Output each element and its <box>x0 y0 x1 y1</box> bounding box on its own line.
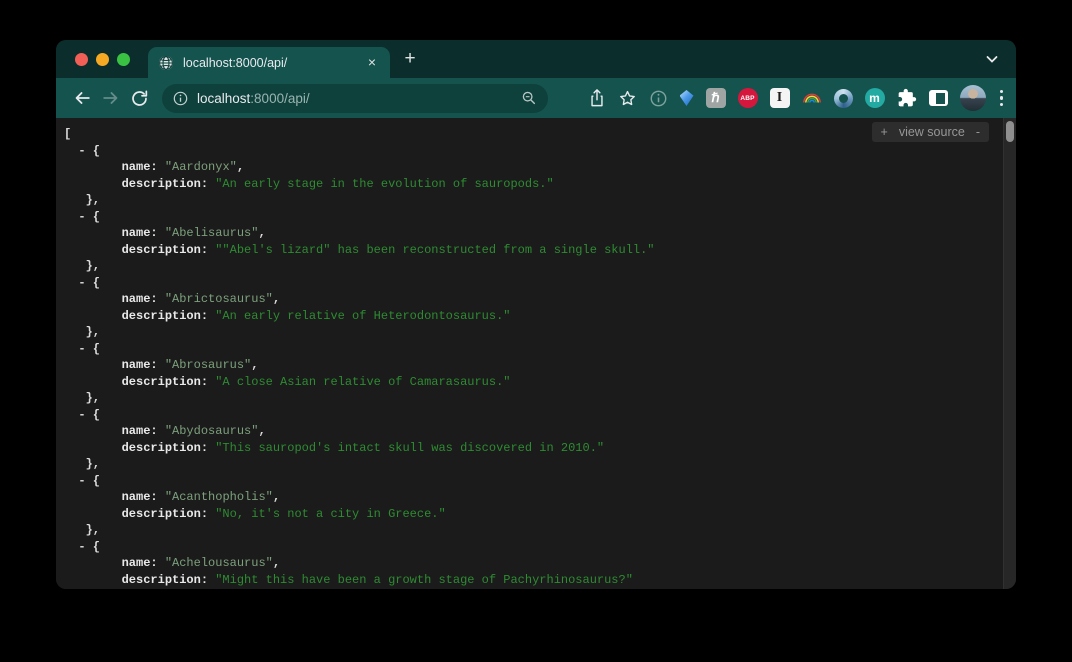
close-window-button[interactable] <box>75 53 88 66</box>
object-open-line: - { <box>64 143 1016 160</box>
ring-extension-icon[interactable] <box>834 89 853 108</box>
forward-button[interactable] <box>96 84 125 113</box>
scrollbar-track[interactable] <box>1003 118 1016 589</box>
tab-strip: localhost:8000/api/ × + <box>56 40 1016 78</box>
description-line: description: "Might this have been a gro… <box>64 572 1016 589</box>
gem-extension-icon[interactable] <box>680 90 694 106</box>
instapaper-extension-icon[interactable]: I <box>770 88 790 108</box>
collapse-toggle[interactable]: - <box>78 276 85 290</box>
browser-window: localhost:8000/api/ × + localhost:8000/a… <box>56 40 1016 589</box>
address-bar[interactable]: localhost:8000/api/ <box>162 84 548 113</box>
name-line: name: "Abelisaurus", <box>64 225 1016 242</box>
page-info-icon[interactable] <box>173 91 188 106</box>
side-panel-icon[interactable] <box>929 90 948 106</box>
tab-close-icon[interactable]: × <box>364 55 380 71</box>
description-line: description: "An early relative of Heter… <box>64 308 1016 325</box>
name-line: name: "Aardonyx", <box>64 159 1016 176</box>
object-open-line: - { <box>64 275 1016 292</box>
browser-menu-icon[interactable] <box>998 88 1006 109</box>
object-close-line: }, <box>64 192 1016 209</box>
extensions-puzzle-icon[interactable] <box>897 88 917 108</box>
description-line: description: "An early stage in the evol… <box>64 176 1016 193</box>
share-icon[interactable] <box>588 88 606 108</box>
collapse-toggle[interactable]: - <box>78 342 85 356</box>
name-line: name: "Achelousaurus", <box>64 555 1016 572</box>
collapse-toggle[interactable]: - <box>78 144 85 158</box>
object-close-line: }, <box>64 258 1016 275</box>
description-line: description: "This sauropod's intact sku… <box>64 440 1016 457</box>
toolbar-right-group: ℏ ABP I m <box>588 85 1006 111</box>
url-path: :8000/api/ <box>250 91 309 106</box>
minimize-window-button[interactable] <box>96 53 109 66</box>
reload-button[interactable] <box>125 84 154 113</box>
name-line: name: "Abrosaurus", <box>64 357 1016 374</box>
json-viewer-toolbar: + view source - <box>872 122 989 142</box>
object-close-line: }, <box>64 456 1016 473</box>
globe-favicon-icon <box>158 55 174 71</box>
adblock-plus-extension-icon[interactable]: ABP <box>738 88 758 108</box>
extension-info-icon[interactable] <box>649 89 668 108</box>
collapse-toggle[interactable]: - <box>78 408 85 422</box>
mastodon-extension-icon[interactable]: m <box>865 88 885 108</box>
url-host: localhost <box>197 91 250 106</box>
object-close-line: }, <box>64 390 1016 407</box>
tab-search-chevron-icon[interactable] <box>984 51 1000 67</box>
traffic-lights <box>75 53 130 66</box>
json-lines: [ - { name: "Aardonyx", description: "An… <box>56 118 1016 589</box>
description-line: description: ""Abel's lizard" has been r… <box>64 242 1016 259</box>
collapse-toggle[interactable]: - <box>78 540 85 554</box>
profile-avatar[interactable] <box>960 85 986 111</box>
url-text: localhost:8000/api/ <box>197 91 310 106</box>
name-line: name: "Acanthopholis", <box>64 489 1016 506</box>
object-close-line: }, <box>64 522 1016 539</box>
name-line: name: "Abrictosaurus", <box>64 291 1016 308</box>
object-open-line: - { <box>64 539 1016 556</box>
object-open-line: - { <box>64 473 1016 490</box>
active-tab[interactable]: localhost:8000/api/ × <box>148 47 390 78</box>
bookmark-star-icon[interactable] <box>618 89 637 108</box>
tab-title: localhost:8000/api/ <box>183 56 287 70</box>
object-close-line: }, <box>64 324 1016 341</box>
back-button[interactable] <box>67 84 96 113</box>
zoom-level-icon[interactable] <box>521 90 537 106</box>
browser-toolbar: localhost:8000/api/ ℏ ABP I m <box>56 78 1016 118</box>
hypothesis-extension-icon[interactable]: ℏ <box>706 88 726 108</box>
new-tab-button[interactable]: + <box>397 46 423 72</box>
page-content: + view source - [ - { name: "Aardonyx", … <box>56 118 1016 589</box>
fullscreen-window-button[interactable] <box>117 53 130 66</box>
collapse-all-button[interactable]: - <box>976 125 980 139</box>
object-close-line: }, <box>64 588 1016 589</box>
object-open-line: - { <box>64 209 1016 226</box>
expand-all-button[interactable]: + <box>881 125 888 139</box>
object-open-line: - { <box>64 407 1016 424</box>
description-line: description: "No, it's not a city in Gre… <box>64 506 1016 523</box>
collapse-toggle[interactable]: - <box>78 474 85 488</box>
name-line: name: "Abydosaurus", <box>64 423 1016 440</box>
collapse-toggle[interactable]: - <box>78 210 85 224</box>
scrollbar-thumb[interactable] <box>1006 121 1014 142</box>
object-open-line: - { <box>64 341 1016 358</box>
description-line: description: "A close Asian relative of … <box>64 374 1016 391</box>
view-source-button[interactable]: view source <box>899 125 965 139</box>
rainbow-extension-icon[interactable] <box>802 92 822 104</box>
